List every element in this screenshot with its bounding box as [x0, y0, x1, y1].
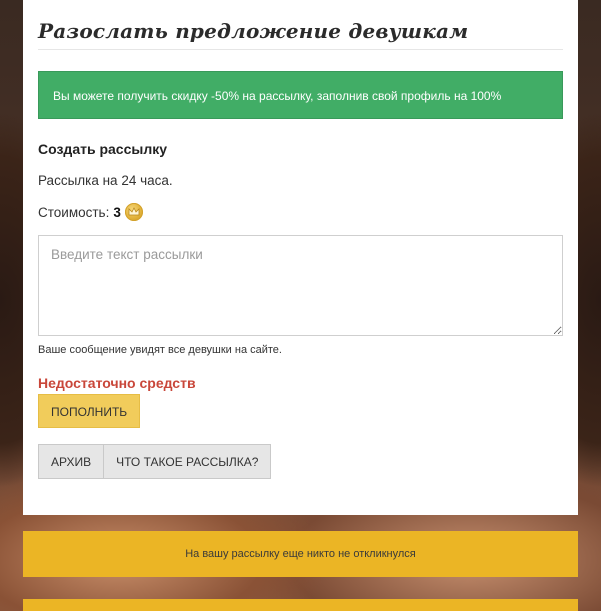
- no-responses-notice: На вашу рассылку еще никто не откликнулс…: [23, 531, 578, 577]
- next-notice-bar: [23, 599, 578, 611]
- cost-label: Стоимость:: [38, 204, 110, 220]
- mailing-message-input[interactable]: [38, 235, 563, 336]
- insufficient-funds-warning: Недостаточно средств: [38, 375, 196, 391]
- mailing-duration-text: Рассылка на 24 часа.: [38, 173, 173, 188]
- create-mailing-heading: Создать рассылку: [38, 141, 168, 157]
- page-title: Разослать предложение девушкам: [38, 0, 563, 50]
- discount-promo-banner: Вы можете получить скидку -50% на рассыл…: [38, 71, 563, 119]
- cost-value: 3: [113, 204, 121, 220]
- coin-icon: [124, 203, 143, 221]
- archive-button[interactable]: АРХИВ: [38, 444, 105, 479]
- what-is-mailing-button[interactable]: ЧТО ТАКОЕ РАССЫЛКА?: [104, 444, 272, 479]
- mailing-actions: АРХИВ ЧТО ТАКОЕ РАССЫЛКА?: [38, 444, 563, 479]
- message-hint: Ваше сообщение увидят все девушки на сай…: [38, 344, 282, 356]
- mailing-panel: Разослать предложение девушкам Вы можете…: [23, 0, 578, 515]
- top-up-button[interactable]: ПОПОЛНИТЬ: [38, 394, 141, 428]
- mailing-cost: Стоимость: 3: [38, 202, 563, 222]
